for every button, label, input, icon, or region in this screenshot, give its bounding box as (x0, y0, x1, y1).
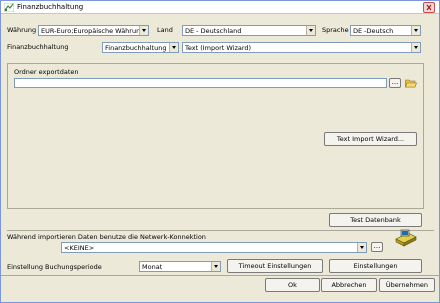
ok-button[interactable]: Ok (265, 278, 320, 292)
format-select[interactable]: Text (Import Wizard) (182, 42, 421, 53)
finanzbuchhaltung-dialog: Finanzbuchhaltung Währung EUR-Euro;Europ… (0, 0, 440, 303)
chevron-down-icon[interactable] (411, 43, 420, 52)
network-value: <KEINE> (64, 244, 95, 252)
period-select[interactable]: Monat (139, 261, 221, 272)
title-bar: Finanzbuchhaltung (1, 1, 439, 14)
open-folder-icon[interactable] (405, 78, 417, 88)
fibu-select[interactable]: Finanzbuchhaltung (102, 42, 179, 53)
fibu-label: Finanzbuchhaltung (7, 43, 69, 51)
network-select[interactable]: <KEINE> (61, 242, 367, 253)
chevron-down-icon[interactable] (169, 43, 178, 52)
export-folder-label: Ordner exportdaten (14, 68, 79, 76)
country-value: DE - Deutschland (185, 27, 242, 35)
currency-select[interactable]: EUR-Euro;Europäische Währung (38, 25, 149, 36)
language-value: DE -Deutsch (353, 27, 394, 35)
network-browse-button[interactable]: ... (371, 242, 383, 252)
app-icon (4, 3, 14, 12)
period-label: Einstellung Buchungsperiode (7, 263, 102, 271)
chevron-down-icon[interactable] (306, 26, 315, 35)
network-label: Während importieren Daten benutze die Ne… (7, 233, 206, 241)
text-import-wizard-button[interactable]: Text Import Wizard... (324, 132, 417, 146)
network-computer-icon[interactable] (394, 227, 418, 249)
currency-value: EUR-Euro;Europäische Währung (41, 27, 139, 35)
currency-label: Währung (7, 26, 37, 34)
export-browse-button[interactable]: ... (389, 78, 401, 88)
language-select[interactable]: DE -Deutsch (350, 25, 421, 36)
close-button[interactable] (423, 2, 435, 13)
language-label: Sprache (322, 26, 349, 34)
period-value: Monat (142, 263, 163, 271)
chevron-down-icon[interactable] (411, 26, 420, 35)
export-folder-input[interactable] (14, 78, 387, 88)
apply-button[interactable]: Übernehmen (379, 278, 435, 292)
country-select[interactable]: DE - Deutschland (182, 25, 316, 36)
test-database-button[interactable]: Test Datenbank (329, 213, 422, 227)
close-icon (426, 4, 432, 11)
chevron-down-icon[interactable] (211, 262, 220, 271)
window-title: Finanzbuchhaltung (17, 3, 84, 11)
fibu-value: Finanzbuchhaltung (105, 44, 167, 52)
divider (7, 230, 434, 231)
country-label: Land (157, 26, 173, 34)
cancel-button[interactable]: Abbrechen (321, 278, 377, 292)
chevron-down-icon[interactable] (357, 243, 366, 252)
timeout-settings-button[interactable]: Timeout Einstellungen (227, 259, 323, 273)
settings-button[interactable]: Einstellungen (329, 259, 422, 273)
chevron-down-icon[interactable] (139, 26, 148, 35)
format-value: Text (Import Wizard) (185, 44, 252, 52)
